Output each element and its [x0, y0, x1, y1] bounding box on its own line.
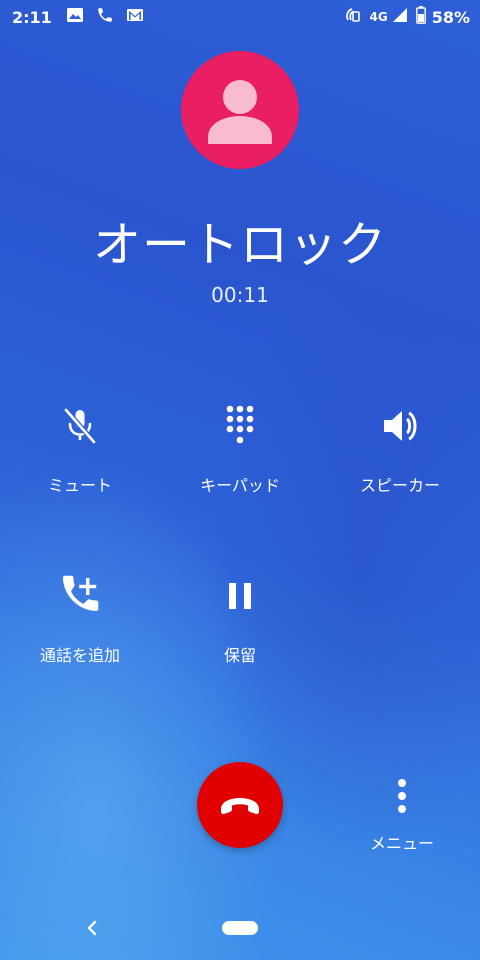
more-vert-icon	[398, 779, 406, 813]
speaker-label: スピーカー	[359, 476, 440, 495]
chevron-left-icon	[87, 920, 97, 936]
add-call-label: 通話を追加	[39, 646, 120, 665]
add-call-icon	[63, 575, 99, 611]
add-call-button[interactable]: 通話を追加	[0, 572, 160, 666]
battery-percent: 58%	[431, 7, 470, 27]
end-call-button[interactable]	[197, 762, 283, 848]
status-right: 4G 58%	[344, 6, 470, 28]
keypad-label: キーパッド	[200, 476, 280, 495]
nfc-icon	[344, 6, 362, 28]
menu-label: メニュー	[369, 834, 434, 853]
keypad-button[interactable]: キーパッド	[160, 402, 320, 496]
signal-icon	[392, 7, 408, 27]
image-icon	[66, 7, 84, 27]
volume-icon	[384, 411, 417, 441]
speaker-button[interactable]: スピーカー	[320, 402, 480, 496]
phone-icon	[96, 6, 114, 28]
caller-name: オートロック	[92, 217, 387, 273]
mute-button[interactable]: ミュート	[0, 402, 160, 496]
nav-back-button[interactable]	[82, 915, 102, 941]
status-bar: 2:11 4G 58%	[0, 0, 480, 34]
call-timer: 00:11	[211, 283, 269, 307]
menu-button[interactable]: メニュー	[352, 778, 452, 854]
hang-up-icon	[221, 798, 259, 815]
hold-label: 保留	[223, 646, 256, 665]
status-time: 2:11	[12, 7, 52, 27]
nav-home-pill[interactable]	[222, 921, 258, 935]
network-type: 4G	[369, 10, 388, 24]
gmail-icon	[126, 7, 144, 27]
caller-avatar	[181, 51, 299, 169]
mute-label: ミュート	[47, 476, 112, 495]
mic-off-icon	[64, 408, 96, 444]
person-icon	[208, 80, 272, 144]
pause-icon	[229, 583, 251, 609]
status-left: 2:11	[12, 6, 156, 28]
hold-button[interactable]: 保留	[160, 572, 320, 666]
dialpad-icon	[226, 405, 254, 444]
battery-icon	[415, 6, 426, 28]
